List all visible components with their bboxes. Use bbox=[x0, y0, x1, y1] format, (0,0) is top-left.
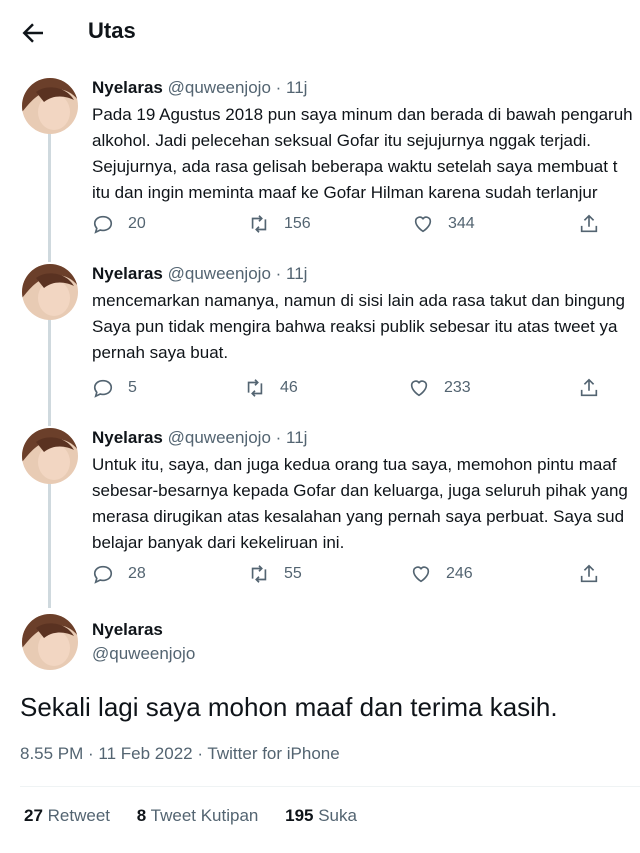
page-title: Utas bbox=[88, 18, 136, 43]
tweet-text: Pada 19 Agustus 2018 pun saya minum dan … bbox=[92, 102, 640, 206]
quote-stat[interactable]: 8 Tweet Kutipan bbox=[137, 806, 259, 825]
reply-icon bbox=[93, 215, 113, 234]
like-button[interactable]: 344 bbox=[412, 210, 475, 238]
tweet-actions: 5 46 233 bbox=[92, 374, 640, 402]
retweet-total: 27 bbox=[24, 806, 43, 825]
quote-label: Tweet Kutipan bbox=[146, 806, 259, 825]
retweet-label: Retweet bbox=[42, 806, 111, 825]
tweet-line: Sejujurnya, ada rasa gelisah beberapa wa… bbox=[92, 157, 618, 176]
reply-button[interactable]: 20 bbox=[92, 210, 146, 238]
separator: · bbox=[270, 264, 287, 283]
tweet-meta[interactable]: 8.55 PM · 11 Feb 2022 · Twitter for iPho… bbox=[20, 744, 340, 764]
tweet-line: Untuk itu, saya, dan juga kedua orang tu… bbox=[92, 455, 617, 474]
header: Utas bbox=[0, 0, 640, 64]
tweet-actions: 28 55 246 bbox=[92, 560, 640, 588]
share-button[interactable] bbox=[578, 560, 614, 588]
share-icon bbox=[580, 214, 598, 233]
reply-icon bbox=[93, 379, 113, 398]
tweet-line: Saya pun tidak mengira bahwa reaksi publ… bbox=[92, 317, 618, 336]
reply-button[interactable]: 28 bbox=[92, 560, 146, 588]
display-name[interactable]: Nyelaras bbox=[92, 620, 163, 640]
avatar[interactable] bbox=[22, 264, 78, 320]
like-count: 233 bbox=[444, 379, 471, 396]
reply-count: 20 bbox=[128, 215, 146, 232]
retweet-count: 55 bbox=[284, 565, 302, 582]
display-name[interactable]: Nyelaras bbox=[92, 78, 163, 97]
tweet-text: Untuk itu, saya, dan juga kedua orang tu… bbox=[92, 452, 640, 556]
handle[interactable]: @quweenjojo bbox=[168, 78, 271, 97]
tweet-line: sebesar-besarnya kepada Gofar dan keluar… bbox=[92, 481, 628, 500]
arrow-left-icon[interactable] bbox=[18, 18, 48, 48]
like-total: 195 bbox=[285, 806, 314, 825]
share-icon bbox=[580, 564, 598, 583]
share-button[interactable] bbox=[578, 374, 614, 402]
like-count: 246 bbox=[446, 565, 473, 582]
tweet-text: mencemarkan namanya, namun di sisi lain … bbox=[92, 288, 640, 366]
thread-tweet[interactable]: Nyelaras @quweenjojo · 11j mencemarkan n… bbox=[0, 264, 640, 414]
heart-icon bbox=[414, 216, 432, 233]
handle[interactable]: @quweenjojo bbox=[168, 264, 271, 283]
reply-button[interactable]: 5 bbox=[92, 374, 137, 402]
heart-icon bbox=[410, 380, 428, 397]
share-icon bbox=[580, 378, 598, 397]
tweet-actions: 20 156 344 bbox=[92, 210, 640, 238]
tweet-line: belajar banyak dari kekeliruan ini. bbox=[92, 533, 345, 552]
like-count: 344 bbox=[448, 215, 475, 232]
separator: · bbox=[270, 78, 287, 97]
timestamp[interactable]: 11j bbox=[286, 264, 307, 283]
timestamp[interactable]: 11j bbox=[286, 428, 307, 447]
retweet-button[interactable]: 156 bbox=[248, 210, 311, 238]
reply-count: 5 bbox=[128, 379, 137, 396]
tweet-line: pernah saya buat. bbox=[92, 343, 229, 362]
retweet-icon bbox=[251, 565, 267, 583]
tweet-stats: 27 Retweet 8 Tweet Kutipan 195 Suka bbox=[24, 806, 379, 826]
handle[interactable]: @quweenjojo bbox=[92, 644, 195, 664]
like-button[interactable]: 246 bbox=[410, 560, 473, 588]
reply-icon bbox=[93, 565, 113, 584]
thread-tweet[interactable]: Nyelaras @quweenjojo · 11j Untuk itu, sa… bbox=[0, 428, 640, 598]
tweet-header: Nyelaras @quweenjojo · 11j bbox=[92, 78, 307, 98]
retweet-count: 46 bbox=[280, 379, 298, 396]
tweet-header: Nyelaras @quweenjojo · 11j bbox=[92, 264, 307, 284]
thread-tweet[interactable]: Nyelaras @quweenjojo · 11j Pada 19 Agust… bbox=[0, 78, 640, 248]
timestamp[interactable]: 11j bbox=[286, 78, 307, 97]
display-name[interactable]: Nyelaras bbox=[92, 428, 163, 447]
heart-icon bbox=[412, 566, 430, 583]
retweet-icon bbox=[247, 379, 263, 397]
retweet-count: 156 bbox=[284, 215, 311, 232]
retweet-button[interactable]: 46 bbox=[244, 374, 298, 402]
avatar[interactable] bbox=[22, 428, 78, 484]
tweet-line: Pada 19 Agustus 2018 pun saya minum dan … bbox=[92, 105, 633, 124]
retweet-stat[interactable]: 27 Retweet bbox=[24, 806, 110, 825]
avatar[interactable] bbox=[22, 78, 78, 134]
quote-total: 8 bbox=[136, 806, 147, 825]
tweet-line: merasa dirugikan atas kesalahan yang per… bbox=[92, 507, 625, 526]
divider bbox=[20, 786, 640, 787]
reply-count: 28 bbox=[128, 565, 146, 582]
tweet-header: Nyelaras @quweenjojo · 11j bbox=[92, 428, 307, 448]
handle[interactable]: @quweenjojo bbox=[168, 428, 271, 447]
retweet-icon bbox=[251, 215, 267, 233]
tweet-line: alkohol. Jadi pelecehan seksual Gofar it… bbox=[92, 131, 591, 150]
main-tweet-text: Sekali lagi saya mohon maaf dan terima k… bbox=[20, 692, 558, 722]
like-label: Suka bbox=[313, 806, 357, 825]
share-button[interactable] bbox=[578, 210, 614, 238]
like-stat[interactable]: 195 Suka bbox=[285, 806, 357, 825]
retweet-button[interactable]: 55 bbox=[248, 560, 302, 588]
avatar[interactable] bbox=[22, 614, 78, 670]
like-button[interactable]: 233 bbox=[408, 374, 471, 402]
separator: · bbox=[270, 428, 287, 447]
display-name[interactable]: Nyelaras bbox=[92, 264, 163, 283]
tweet-line: mencemarkan namanya, namun di sisi lain … bbox=[92, 291, 625, 310]
tweet-line: itu dan ingin meminta maaf ke Gofar Hilm… bbox=[92, 183, 598, 202]
